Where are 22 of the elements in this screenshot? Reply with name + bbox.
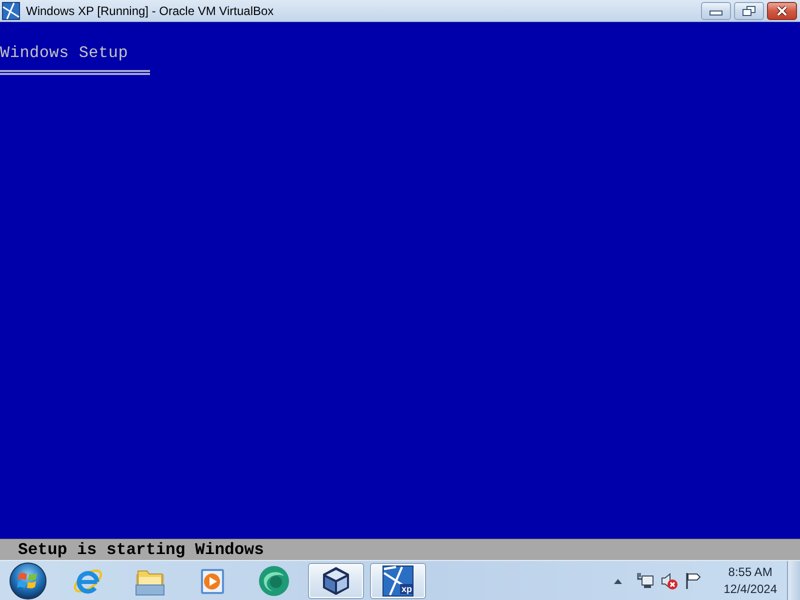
window-title: Windows XP [Running] - Oracle VM VirtualBox	[26, 4, 275, 18]
xp-label: xp	[400, 584, 413, 594]
clock-time[interactable]: 8:55 AM	[728, 564, 772, 580]
window-tile-icon	[382, 564, 414, 596]
minimize-button[interactable]	[701, 2, 731, 20]
taskbar-button[interactable]: xp	[370, 562, 426, 598]
clock-date[interactable]: 12/4/2024	[724, 580, 777, 598]
restore-button[interactable]	[734, 2, 764, 20]
caret-up-icon[interactable]	[612, 576, 623, 584]
sphere-icon	[258, 564, 290, 596]
status-text: Setup is starting Windows	[18, 540, 264, 559]
close-icon	[775, 6, 789, 16]
close-button[interactable]	[767, 2, 797, 20]
setup-heading: Windows Setup	[0, 43, 128, 63]
orb-icon	[9, 562, 47, 600]
restore-icon	[742, 6, 756, 16]
taskbar-button[interactable]	[308, 562, 364, 598]
window-tile-icon	[2, 2, 20, 20]
network-icon[interactable]	[636, 572, 654, 590]
flag-icon[interactable]	[684, 572, 702, 590]
speaker-muted-icon[interactable]	[660, 572, 678, 590]
cube-icon	[320, 564, 352, 596]
